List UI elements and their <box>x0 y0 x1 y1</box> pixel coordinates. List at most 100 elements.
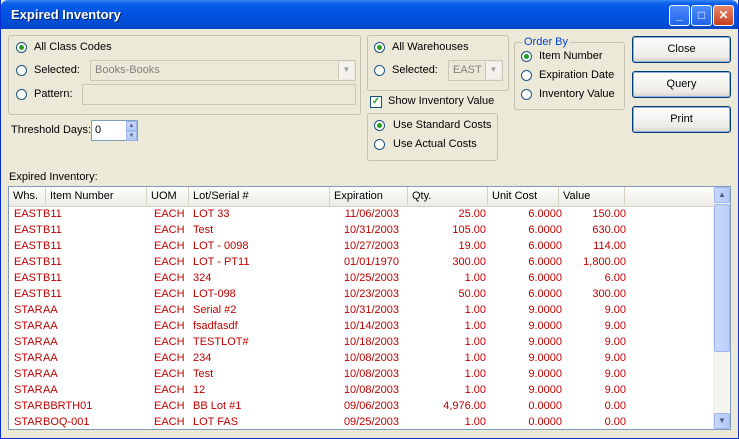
table-row[interactable]: STAR AA EACH 234 10/08/2003 1.00 9.0000 9.00 <box>9 351 715 367</box>
table-cell: 10/18/2003 <box>343 336 399 348</box>
table-cell: 6.0000 <box>528 240 562 252</box>
table-cell: EAST <box>14 224 43 236</box>
all-warehouses-radio[interactable] <box>374 42 385 53</box>
table-cell: EACH <box>154 256 185 268</box>
table-cell: EACH <box>154 288 185 300</box>
order-inventory-value-label[interactable]: Inventory Value <box>539 88 615 100</box>
scroll-thumb[interactable] <box>714 204 730 352</box>
table-cell: 10/31/2003 <box>343 304 399 316</box>
minimize-button[interactable]: _ <box>669 5 690 26</box>
table-row[interactable]: STAR AA EACH Serial #2 10/31/2003 1.00 9.0000 9… <box>9 303 715 319</box>
table-row[interactable]: EAST B11 EACH Test 10/31/2003 105.00 6.0000 630… <box>9 223 715 239</box>
class-code-select[interactable]: Books-Books ▼ <box>90 60 356 81</box>
table-row[interactable]: STAR AA EACH 12 10/08/2003 1.00 9.0000 9.00 <box>9 383 715 399</box>
column-header[interactable]: Expiration <box>330 187 408 205</box>
column-header[interactable]: Item Number <box>46 187 147 205</box>
selected-warehouse-label[interactable]: Selected: <box>392 64 438 76</box>
table-row[interactable]: STAR BBRTH01 EACH BB Lot #1 09/06/2003 4,976.… <box>9 399 715 415</box>
table-cell: 0.0000 <box>528 400 562 412</box>
order-expiration-date-label[interactable]: Expiration Date <box>539 69 614 81</box>
order-inventory-value-radio[interactable] <box>521 89 532 100</box>
column-header[interactable]: Value <box>559 187 625 205</box>
table-cell: 09/06/2003 <box>343 400 399 412</box>
scroll-down-icon[interactable]: ▼ <box>714 413 730 429</box>
table-cell: 6.0000 <box>528 272 562 284</box>
use-standard-costs-radio[interactable] <box>374 120 385 131</box>
order-expiration-date-radio[interactable] <box>521 70 532 81</box>
maximize-button[interactable]: □ <box>691 5 712 26</box>
table-row[interactable]: EAST B11 EACH 324 10/25/2003 1.00 6.0000 6.00 <box>9 271 715 287</box>
table-row[interactable]: STAR AA EACH TESTLOT# 10/18/2003 1.00 9.0000 9.… <box>9 335 715 351</box>
table-cell: 01/01/1970 <box>343 256 399 268</box>
table-cell: 1,800.00 <box>583 256 626 268</box>
table-cell: EAST <box>14 240 43 252</box>
table-cell: 1.00 <box>464 416 486 428</box>
close-button[interactable]: Close <box>632 36 731 63</box>
table-cell: EACH <box>154 224 185 236</box>
table-cell: 1.00 <box>464 384 486 396</box>
table-row[interactable]: STAR BOQ-001 EACH LOT FAS 09/25/2003 1.00 0.00… <box>9 415 715 429</box>
table-cell: BOQ-001 <box>43 416 90 428</box>
use-actual-costs-label[interactable]: Use Actual Costs <box>393 138 477 150</box>
all-class-codes-radio[interactable] <box>16 42 27 53</box>
table-cell: EACH <box>154 368 185 380</box>
table-cell: 6.0000 <box>528 288 562 300</box>
table-cell: EAST <box>14 288 43 300</box>
scroll-up-icon[interactable]: ▲ <box>714 187 730 203</box>
table-row[interactable]: EAST B11 EACH LOT-098 10/23/2003 50.00 6.0000 3… <box>9 287 715 303</box>
show-inventory-value-label[interactable]: Show Inventory Value <box>388 95 494 107</box>
table-cell: 114.00 <box>593 240 626 252</box>
table-cell: Test <box>193 368 214 380</box>
table-cell: AA <box>43 384 58 396</box>
warehouse-select[interactable]: EAST ▼ <box>448 60 503 81</box>
vertical-scrollbar[interactable]: ▲ ▼ <box>713 187 730 429</box>
table-cell: 9.0000 <box>528 368 562 380</box>
pattern-label[interactable]: Pattern: <box>34 88 73 100</box>
table-row[interactable]: STAR AA EACH Test 10/08/2003 1.00 9.0000 9.00 <box>9 367 715 383</box>
table-cell: EACH <box>154 384 185 396</box>
use-actual-costs-radio[interactable] <box>374 139 385 150</box>
use-standard-costs-label[interactable]: Use Standard Costs <box>393 119 491 131</box>
query-button[interactable]: Query <box>632 71 731 98</box>
column-header[interactable]: Lot/Serial # <box>189 187 330 205</box>
selected-class-code-radio[interactable] <box>16 65 27 76</box>
column-header[interactable]: UOM <box>147 187 189 205</box>
table-row[interactable]: EAST B11 EACH LOT 33 11/06/2003 25.00 6.0000 15… <box>9 207 715 223</box>
order-item-number-radio[interactable] <box>521 51 532 62</box>
table-cell: B11 <box>43 272 62 284</box>
table-cell: EACH <box>154 336 185 348</box>
show-inventory-value-checkbox[interactable]: ✓ <box>370 96 382 108</box>
threshold-days-spinner[interactable]: 0 ▲ ▼ <box>91 120 138 141</box>
selected-warehouse-radio[interactable] <box>374 65 385 76</box>
print-button[interactable]: Print <box>632 106 731 133</box>
expired-inventory-grid[interactable]: Whs. Item Number UOM Lot/Serial # Expiration… <box>8 186 731 430</box>
table-cell: LOT - PT11 <box>193 256 250 268</box>
table-cell: EACH <box>154 352 185 364</box>
table-cell: 10/27/2003 <box>343 240 399 252</box>
table-cell: AA <box>43 320 58 332</box>
table-row[interactable]: EAST B11 EACH LOT - 0098 10/27/2003 19.00 6.00… <box>9 239 715 255</box>
selected-class-code-label[interactable]: Selected: <box>34 64 80 76</box>
table-row[interactable]: STAR AA EACH fsadfasdf 10/14/2003 1.00 9.0000 9… <box>9 319 715 335</box>
spin-down-icon[interactable]: ▼ <box>126 131 137 141</box>
column-header[interactable]: Whs. <box>9 187 46 205</box>
table-cell: TESTLOT# <box>193 336 249 348</box>
table-cell: 6.00 <box>604 272 626 284</box>
table-cell: STAR <box>14 416 43 428</box>
close-window-button[interactable]: ✕ <box>713 5 734 26</box>
order-item-number-label[interactable]: Item Number <box>539 50 603 62</box>
title-bar[interactable]: Expired Inventory _ □ ✕ <box>1 0 738 29</box>
pattern-input[interactable] <box>82 84 356 105</box>
table-cell: LOT - 0098 <box>193 240 249 252</box>
column-header[interactable]: Unit Cost <box>488 187 559 205</box>
table-row[interactable]: EAST B11 EACH LOT - PT11 01/01/1970 300.00 6.0… <box>9 255 715 271</box>
table-cell: AA <box>43 352 58 364</box>
all-class-codes-label[interactable]: All Class Codes <box>34 41 112 53</box>
pattern-radio[interactable] <box>16 89 27 100</box>
column-header[interactable]: Qty. <box>408 187 488 205</box>
table-cell: AA <box>43 304 58 316</box>
table-cell: 9.0000 <box>528 320 562 332</box>
window-title: Expired Inventory <box>11 7 121 22</box>
all-warehouses-label[interactable]: All Warehouses <box>392 41 469 53</box>
spin-up-icon[interactable]: ▲ <box>126 121 137 131</box>
